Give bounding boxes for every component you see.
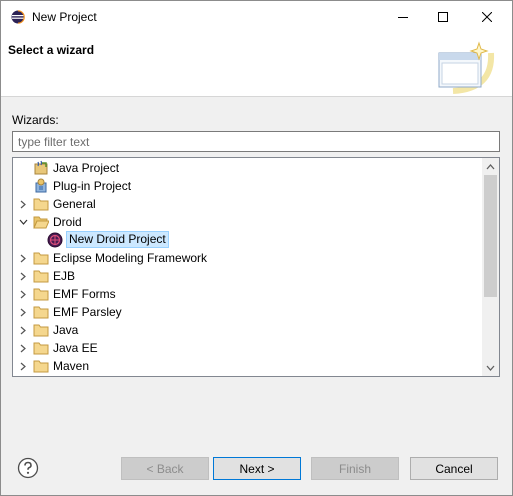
chevron-down-icon <box>19 219 27 225</box>
droid-project-icon <box>47 232 63 248</box>
chevron-right-icon <box>20 326 26 334</box>
tree-item-label: EMF Parsley <box>53 305 122 319</box>
tree-item-label: Java Project <box>53 161 120 175</box>
wizard-tree[interactable]: Java Project Plug-in Project General Dro… <box>12 157 500 377</box>
cancel-button[interactable]: Cancel <box>410 457 498 480</box>
folder-icon <box>33 342 49 355</box>
window-title: New Project <box>32 10 97 24</box>
plugin-project-icon <box>35 178 47 193</box>
maximize-button[interactable] <box>423 1 463 33</box>
folder-icon <box>33 288 49 301</box>
back-button[interactable]: < Back <box>121 457 209 480</box>
expand-toggle[interactable] <box>17 303 29 321</box>
wizard-banner: Select a wizard <box>1 33 512 97</box>
chevron-down-icon <box>486 365 495 371</box>
tree-item-ejb[interactable]: EJB <box>13 267 483 285</box>
close-icon <box>482 12 492 22</box>
close-button[interactable] <box>467 1 507 33</box>
tree-item-label: Java EE <box>53 341 98 355</box>
eclipse-icon <box>11 10 25 24</box>
tree-item-java-project[interactable]: Java Project <box>13 159 483 177</box>
wizards-label: Wizards: <box>12 113 59 127</box>
tree-item-plugin-project[interactable]: Plug-in Project <box>13 177 483 195</box>
collapse-toggle[interactable] <box>17 213 29 231</box>
tree-item-java-ee[interactable]: Java EE <box>13 339 483 357</box>
chevron-right-icon <box>20 272 26 280</box>
folder-icon <box>33 306 49 319</box>
tree-item-java[interactable]: Java <box>13 321 483 339</box>
folder-icon <box>33 198 49 211</box>
tree-item-label-selected: New Droid Project <box>66 231 169 248</box>
tree-item-eclipse-modeling-framework[interactable]: Eclipse Modeling Framework <box>13 249 483 267</box>
chevron-right-icon <box>20 254 26 262</box>
scroll-up-button[interactable] <box>482 158 499 175</box>
tree-item-label: Java <box>53 323 79 337</box>
new-project-dialog: New Project Select a wizard Wizards: typ… <box>0 0 513 496</box>
scroll-down-button[interactable] <box>482 359 499 376</box>
maximize-icon <box>438 12 448 22</box>
java-project-icon <box>34 160 48 175</box>
expand-toggle[interactable] <box>17 339 29 357</box>
tree-item-maven[interactable]: Maven <box>13 357 483 375</box>
expand-toggle[interactable] <box>17 249 29 267</box>
filter-input[interactable] <box>12 131 500 152</box>
tree-item-label: General <box>53 197 96 211</box>
tree-item-label: EJB <box>53 269 76 283</box>
help-icon[interactable] <box>17 457 39 479</box>
tree-item-emf-parsley[interactable]: EMF Parsley <box>13 303 483 321</box>
new-wizard-banner-icon <box>438 41 495 94</box>
expand-toggle[interactable] <box>17 195 29 213</box>
tree-item-label: Plug-in Project <box>53 179 132 193</box>
tree-item-label: EMF Forms <box>53 287 116 301</box>
folder-open-icon <box>33 216 49 229</box>
banner-title: Select a wizard <box>8 43 95 57</box>
tree-item-label: Maven <box>53 359 90 373</box>
scroll-thumb[interactable] <box>484 175 497 297</box>
tree-item-emf-forms[interactable]: EMF Forms <box>13 285 483 303</box>
folder-icon <box>33 270 49 283</box>
chevron-right-icon <box>20 344 26 352</box>
chevron-right-icon <box>20 200 26 208</box>
chevron-up-icon <box>486 163 495 169</box>
tree-item-general[interactable]: General <box>13 195 483 213</box>
chevron-right-icon <box>20 290 26 298</box>
tree-scrollbar[interactable] <box>482 158 499 376</box>
expand-toggle[interactable] <box>17 285 29 303</box>
folder-icon <box>33 252 49 265</box>
title-bar[interactable]: New Project <box>1 1 512 33</box>
tree-item-new-droid-project[interactable]: New Droid Project <box>13 231 483 249</box>
chevron-right-icon <box>20 308 26 316</box>
finish-button[interactable]: Finish <box>311 457 399 480</box>
chevron-right-icon <box>20 362 26 370</box>
expand-toggle[interactable] <box>17 321 29 339</box>
minimize-button[interactable] <box>383 1 423 33</box>
folder-icon <box>33 360 49 373</box>
expand-toggle[interactable] <box>17 357 29 375</box>
folder-icon <box>33 324 49 337</box>
tree-item-droid[interactable]: Droid <box>13 213 483 231</box>
expand-toggle[interactable] <box>17 267 29 285</box>
tree-item-label: Droid <box>53 215 82 229</box>
minimize-icon <box>398 17 408 18</box>
next-button[interactable]: Next > <box>213 457 301 480</box>
tree-item-label: Eclipse Modeling Framework <box>53 251 208 265</box>
